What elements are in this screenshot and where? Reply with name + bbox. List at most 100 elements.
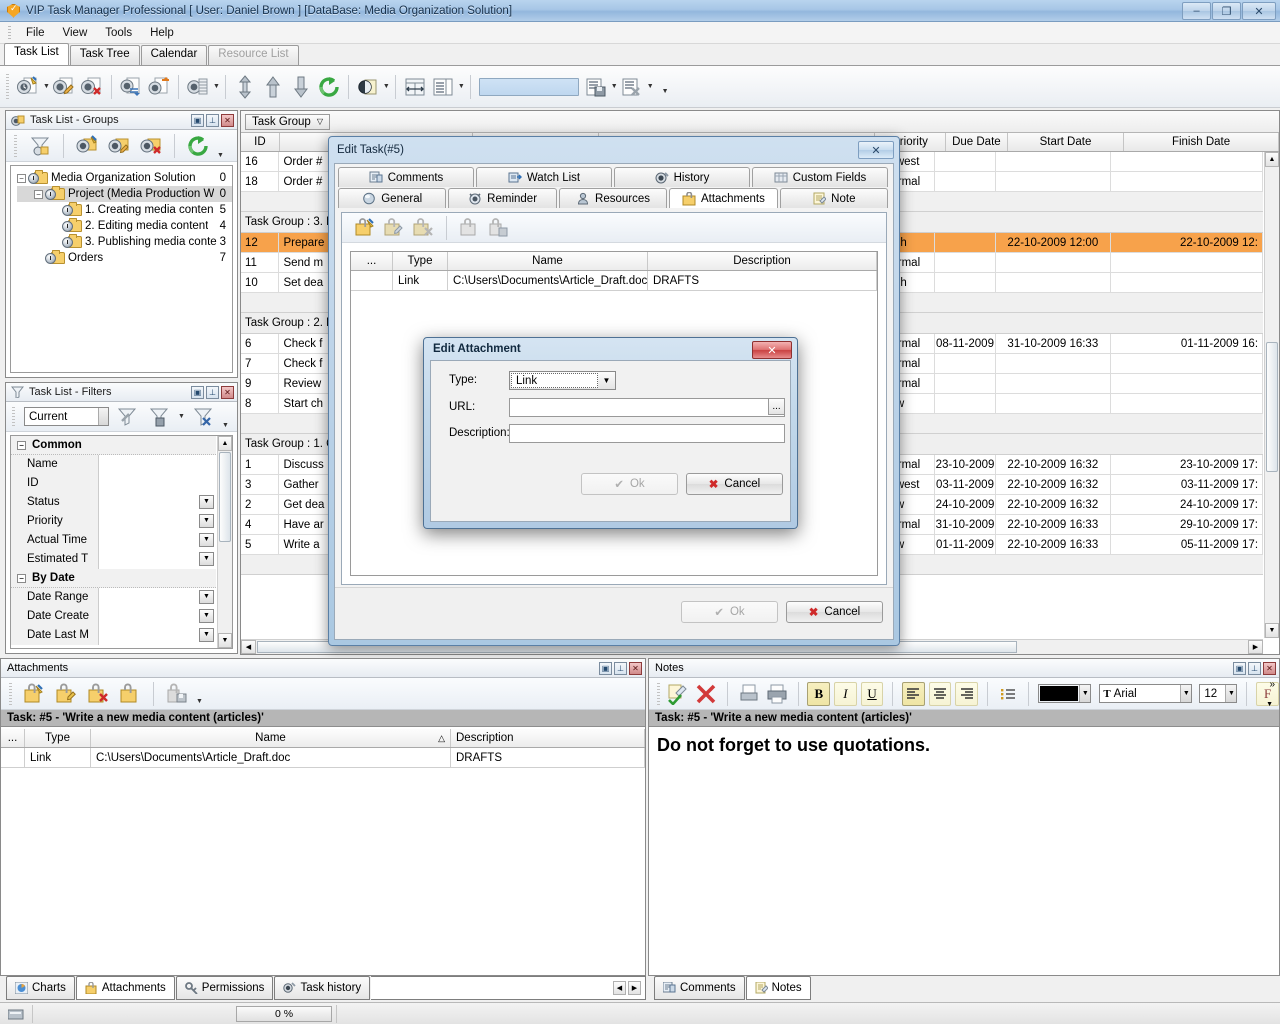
filter-row[interactable]: Date Create ▼: [11, 606, 216, 626]
edit-group-icon[interactable]: [105, 132, 133, 160]
open-attachment-icon[interactable]: [459, 217, 481, 239]
notes-toolbar-overflow-icon[interactable]: »: [1269, 679, 1275, 690]
filter-row-dropdown-icon[interactable]: ▼: [199, 589, 214, 604]
filter-row-value[interactable]: [99, 454, 216, 474]
new-task-dropdown-icon[interactable]: ▼: [43, 83, 50, 90]
bullet-list-button[interactable]: [997, 682, 1020, 706]
new-group-icon[interactable]: [73, 132, 101, 160]
panel-edit-attachment-icon[interactable]: [52, 680, 80, 708]
print-icon[interactable]: [765, 680, 789, 708]
tree-node[interactable]: 1. Creating media conten 5: [17, 202, 232, 218]
filter-row-value[interactable]: ▼: [99, 492, 216, 512]
font-size-dropdown-icon[interactable]: ▼: [1225, 685, 1237, 702]
tab-attachments[interactable]: Attachments: [669, 188, 778, 208]
filters-scrollbar[interactable]: ▲ ▼: [217, 436, 232, 648]
text-color-picker[interactable]: ▼: [1038, 684, 1092, 703]
grid-scroll-left-icon[interactable]: ◀: [241, 640, 256, 654]
edit-attachment-icon[interactable]: [383, 217, 405, 239]
filters-toolbar-grip[interactable]: [12, 406, 15, 427]
notes-toolbar-more-icon[interactable]: ▼: [1266, 701, 1273, 708]
tab-comments[interactable]: Comments: [338, 167, 474, 187]
attachments-save-dropdown-icon[interactable]: ▼: [196, 698, 203, 705]
url-input[interactable]: [509, 398, 785, 417]
toolbar-grip[interactable]: [6, 73, 9, 100]
bottom-tabs-scroll-right-icon[interactable]: ▶: [628, 981, 641, 995]
bottom-tab-notes[interactable]: Notes: [745, 976, 811, 1000]
filter-section-expander-icon[interactable]: −: [17, 440, 26, 450]
edit-task-icon[interactable]: [50, 73, 78, 101]
edit-task-cancel-button[interactable]: ✖ Cancel: [786, 601, 883, 623]
filters-panel-pin-button[interactable]: ⊥: [206, 385, 219, 399]
notes-panel-close-button[interactable]: ✕: [1263, 661, 1276, 675]
tree-node[interactable]: − Project (Media Production W 0: [17, 186, 232, 202]
filter-row[interactable]: Date Range ▼: [11, 587, 216, 607]
tab-history[interactable]: History: [614, 167, 750, 187]
clear-filter-icon[interactable]: [189, 403, 217, 431]
edit-task-ok-button[interactable]: ✔ Ok: [681, 601, 778, 623]
edit-attachment-ok-button[interactable]: ✔ Ok: [581, 473, 678, 495]
tab-task-list[interactable]: Task List: [4, 43, 69, 65]
panel-col-type[interactable]: Type: [25, 729, 91, 747]
tab-resources[interactable]: Resources: [558, 188, 668, 208]
filter-row[interactable]: Name: [11, 454, 216, 474]
description-input[interactable]: [509, 424, 785, 443]
tab-watch-list[interactable]: Watch List: [476, 167, 612, 187]
minimize-button[interactable]: –: [1182, 2, 1211, 20]
group-by-chip[interactable]: Task Group ▽: [245, 113, 330, 130]
filter-row-value[interactable]: ▼: [99, 625, 216, 645]
menu-file[interactable]: File: [17, 25, 54, 41]
filter-row-dropdown-icon[interactable]: ▼: [199, 627, 214, 642]
delete-layout-dropdown-icon[interactable]: ▼: [647, 83, 654, 90]
filters-scroll-up-icon[interactable]: ▲: [218, 436, 232, 451]
tab-note[interactable]: Note: [779, 188, 889, 208]
restore-button[interactable]: ❐: [1212, 2, 1241, 20]
bottom-tabs-scroll-left-icon[interactable]: ◀: [613, 981, 626, 995]
attachments-panel-pin-button[interactable]: ⊥: [614, 661, 627, 675]
filter-preset-combo[interactable]: Current: [24, 407, 109, 426]
filter-row-value[interactable]: ▼: [99, 587, 216, 607]
toolbar-overflow-icon[interactable]: ▼: [662, 88, 669, 95]
attachments-panel-close-button[interactable]: ✕: [629, 661, 642, 675]
task-ladder-icon[interactable]: [184, 73, 212, 101]
filter-row-dropdown-icon[interactable]: ▼: [199, 513, 214, 528]
bottom-tab-comments[interactable]: Comments: [654, 976, 745, 1000]
delete-attachment-icon[interactable]: [412, 217, 434, 239]
panel-delete-attachment-icon[interactable]: [84, 680, 112, 708]
close-button[interactable]: ✕: [1242, 2, 1276, 20]
grid-scroll-up-icon[interactable]: ▲: [1265, 152, 1279, 167]
delete-layout-icon[interactable]: [618, 73, 646, 101]
filter-row-value[interactable]: ▼: [99, 549, 216, 569]
save-layout-icon[interactable]: [582, 73, 610, 101]
filter-row-value[interactable]: [99, 473, 216, 493]
bottom-tab-charts[interactable]: Charts: [6, 976, 75, 1000]
apply-filter-icon[interactable]: [113, 403, 141, 431]
tree-node[interactable]: − Media Organization Solution 0: [17, 170, 232, 186]
filters-panel-restore-button[interactable]: ▣: [191, 385, 204, 399]
menubar-grip[interactable]: [8, 25, 11, 40]
menu-help[interactable]: Help: [141, 25, 183, 41]
panel-save-attachment-icon[interactable]: [163, 680, 191, 708]
filters-overflow-icon[interactable]: ▼: [222, 422, 229, 429]
panel-col-name[interactable]: Name △: [91, 729, 451, 747]
color-dropdown-icon[interactable]: ▼: [1079, 685, 1091, 702]
save-layout-dropdown-icon[interactable]: ▼: [611, 83, 618, 90]
tree-node[interactable]: 2. Editing media content 4: [17, 218, 232, 234]
task-color-dropdown-icon[interactable]: ▼: [383, 83, 390, 90]
panel-col-description[interactable]: Description: [451, 729, 645, 747]
attachments-dialog-row[interactable]: Link C:\Users\Documents\Article_Draft.do…: [351, 271, 877, 291]
browse-button[interactable]: ...: [768, 398, 785, 415]
groups-toolbar-grip[interactable]: [14, 134, 17, 157]
filter-section-expander-icon[interactable]: −: [17, 573, 26, 583]
filter-section-header[interactable]: − By Date: [11, 569, 216, 588]
panel-open-attachment-icon[interactable]: [116, 680, 144, 708]
column-header-id[interactable]: ID: [241, 133, 280, 151]
bottom-tab-permissions[interactable]: Permissions: [175, 976, 274, 1000]
bottom-tab-task-history[interactable]: Task history: [274, 976, 371, 1000]
bold-button[interactable]: B: [807, 681, 831, 706]
menu-tools[interactable]: Tools: [96, 25, 141, 41]
filter-preset-dropdown-icon[interactable]: [98, 408, 108, 425]
notes-toolbar-grip[interactable]: [657, 682, 660, 705]
edit-attachment-close-button[interactable]: ✕: [752, 341, 792, 359]
column-header-start-date[interactable]: Start Date: [1008, 133, 1125, 151]
notes-editor[interactable]: Do not forget to use quotations.: [649, 729, 1279, 975]
